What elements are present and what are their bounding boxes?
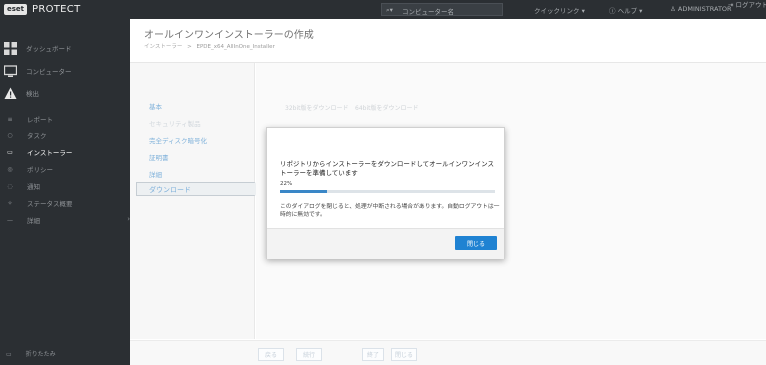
task-icon: ○ <box>7 131 13 139</box>
progress-fill <box>280 190 328 193</box>
sidebar-item-label: インストーラー <box>27 149 73 157</box>
sidebar-item-label: 詳細 <box>27 217 40 225</box>
sidebar-collapse[interactable]: ▭ 折りたたみ <box>6 349 56 358</box>
sidebar-item-policies[interactable]: ◎ ポリシー <box>6 163 53 175</box>
sidebar-item-label: レポート <box>27 116 53 124</box>
dialog-message: リポジトリからインストーラーをダウンロードしてオールインワンインストーラーを準備… <box>280 160 495 177</box>
eset-logo[interactable]: eset PROTECT <box>4 4 80 15</box>
sidebar-computers-label: コンピューター <box>26 68 72 76</box>
sidebar-item-notifications[interactable]: ◌ 通知 <box>6 180 40 192</box>
sidebar-dashboard[interactable]: ダッシュボード <box>4 37 72 59</box>
app-name: PROTECT <box>32 4 81 15</box>
help-label: ヘルプ <box>617 7 638 15</box>
sidebar-item-reports[interactable]: ≡ レポート <box>6 113 53 125</box>
collapse-icon: ▭ <box>6 351 12 358</box>
computer-icon <box>4 64 17 78</box>
sidebar-detections[interactable]: 検出 <box>4 82 39 104</box>
logo-badge: eset <box>4 4 28 15</box>
progress-bar <box>280 190 495 193</box>
sidebar-item-installers[interactable]: ▭ インストーラー <box>6 146 72 158</box>
sidebar-item-more[interactable]: — 詳細 › <box>6 214 130 226</box>
computer-search[interactable]: ⌕▾ コンピューター名 <box>381 3 503 16</box>
logout-button[interactable]: ⇥ ログアウト <box>728 2 766 9</box>
quick-links-label: クイックリンク <box>534 7 580 15</box>
progress-percentage: 22% <box>280 181 293 187</box>
logout-label: ログアウト <box>735 1 766 9</box>
quick-links-menu[interactable]: クイックリンク ▾ <box>534 5 585 15</box>
sidebar-item-label: ポリシー <box>27 166 53 174</box>
sidebar-item-label: ステータス概要 <box>27 200 73 208</box>
sidebar-computers[interactable]: コンピューター <box>4 60 72 82</box>
more-icon: — <box>7 216 13 224</box>
dialog-close-button[interactable]: 閉じる <box>455 236 497 250</box>
policy-icon: ◎ <box>7 165 13 173</box>
help-menu[interactable]: ⓘ ヘルプ ▾ <box>609 5 642 15</box>
search-icon: ⌕▾ <box>386 6 393 14</box>
user-menu[interactable]: ♙ ADMINISTRATOR <box>670 5 732 13</box>
dialog-note: このダイアログを閉じると、処理が中断される場合があります。自動ログアウトは一時的… <box>280 204 500 218</box>
sidebar-item-label: タスク <box>27 132 47 140</box>
sidebar-item-tasks[interactable]: ○ タスク <box>6 129 47 141</box>
sidebar-dashboard-label: ダッシュボード <box>26 45 72 53</box>
top-bar: eset PROTECT ⌕▾ コンピューター名 クイックリンク ▾ ⓘ ヘルプ… <box>0 0 766 19</box>
warning-icon <box>4 87 17 100</box>
user-label: ADMINISTRATOR <box>677 5 732 13</box>
status-icon: ✧ <box>7 199 13 207</box>
download-progress-dialog: リポジトリからインストーラーをダウンロードしてオールインワンインストーラーを準備… <box>266 127 505 259</box>
report-icon: ≡ <box>7 115 13 123</box>
sidebar-item-label: 通知 <box>27 183 40 191</box>
sidebar: ダッシュボード コンピューター 検出 ≡ レポート ○ タスク ▭ インストーラ… <box>0 19 130 365</box>
installer-icon: ▭ <box>7 148 13 156</box>
search-placeholder: コンピューター名 <box>402 8 454 16</box>
sidebar-item-status-overview[interactable]: ✧ ステータス概要 <box>6 197 73 209</box>
notification-icon: ◌ <box>7 182 13 190</box>
sidebar-collapse-label: 折りたたみ <box>25 351 56 358</box>
dashboard-icon <box>4 41 17 55</box>
sidebar-detections-label: 検出 <box>26 90 39 98</box>
